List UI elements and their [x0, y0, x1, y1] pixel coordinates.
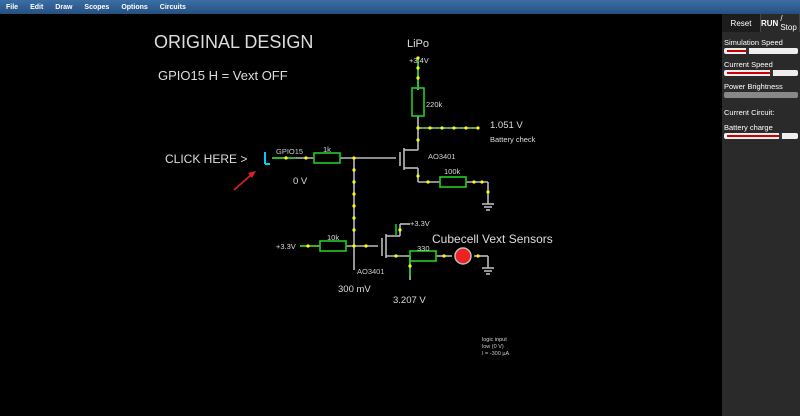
label-lipo: LiPo	[407, 38, 430, 50]
label-10k: 10k	[327, 233, 340, 242]
voltage-3207: 3.207 V	[393, 295, 426, 306]
run-label: RUN	[761, 18, 779, 28]
led[interactable]	[454, 247, 472, 265]
sim-speed-label: Simulation Speed	[724, 38, 783, 47]
stop-label: / Stop	[780, 14, 797, 32]
menu-scopes[interactable]: Scopes	[78, 4, 115, 11]
info-line-3: I = -300 µA	[482, 351, 510, 357]
menu-draw[interactable]: Draw	[49, 4, 78, 11]
power-brightness-label: Power Brightness	[724, 82, 783, 91]
battery-charge-slider[interactable]	[724, 133, 798, 139]
sidebar: Reset RUN / Stop Simulation Speed Curren…	[722, 14, 800, 416]
info-line-1: logic input	[482, 337, 507, 343]
menu-circuits[interactable]: Circuits	[154, 4, 192, 11]
label-3v3-right: +3.3V	[410, 219, 430, 228]
label-1k: 1k	[323, 145, 331, 154]
page-title: ORIGINAL DESIGN	[154, 32, 314, 52]
current-speed-label: Current Speed	[724, 60, 773, 69]
click-hint: CLICK HERE >	[165, 152, 248, 166]
label-gpio15: GPIO15	[276, 147, 304, 156]
info-line-2: low (0 V)	[482, 344, 504, 350]
voltage-300mv: 300 mV	[338, 284, 371, 295]
menu-file[interactable]: File	[0, 4, 24, 11]
page-subtitle: GPIO15 H = Vext OFF	[158, 68, 288, 83]
run-stop-button[interactable]: RUN / Stop	[761, 14, 800, 32]
sim-speed-slider[interactable]	[724, 48, 798, 54]
current-speed-slider[interactable]	[724, 70, 798, 76]
current-circuit-label: Current Circuit:	[724, 108, 775, 117]
battery-check-label: Battery check	[490, 135, 536, 144]
circuit-canvas[interactable]: ORIGINAL DESIGN GPIO15 H = Vext OFF CLIC…	[0, 14, 722, 416]
label-ao3401-a: AO3401	[428, 152, 456, 161]
voltage-1051: 1.051 V	[490, 120, 523, 131]
menu-edit[interactable]: Edit	[24, 4, 49, 11]
logic-input[interactable]	[264, 152, 270, 165]
label-220k: 220k	[426, 100, 443, 109]
label-3v4: +3.4V	[409, 56, 429, 65]
cubecell-label: Cubecell Vext Sensors	[432, 232, 553, 246]
battery-charge-label: Battery charge	[724, 123, 773, 132]
circuit-schematic[interactable]	[0, 14, 722, 416]
label-330: 330	[417, 244, 430, 253]
arrow-pointer	[233, 173, 253, 191]
voltage-zero: 0 V	[293, 176, 308, 187]
menu-options[interactable]: Options	[115, 4, 153, 11]
power-brightness-slider[interactable]	[724, 92, 798, 98]
menu-bar: File Edit Draw Scopes Options Circuits	[0, 0, 800, 14]
reset-button[interactable]: Reset	[722, 14, 761, 32]
label-3v3-left: +3.3V	[276, 242, 296, 251]
label-ao3401-b: AO3401	[357, 267, 385, 276]
label-100k: 100k	[444, 167, 461, 176]
